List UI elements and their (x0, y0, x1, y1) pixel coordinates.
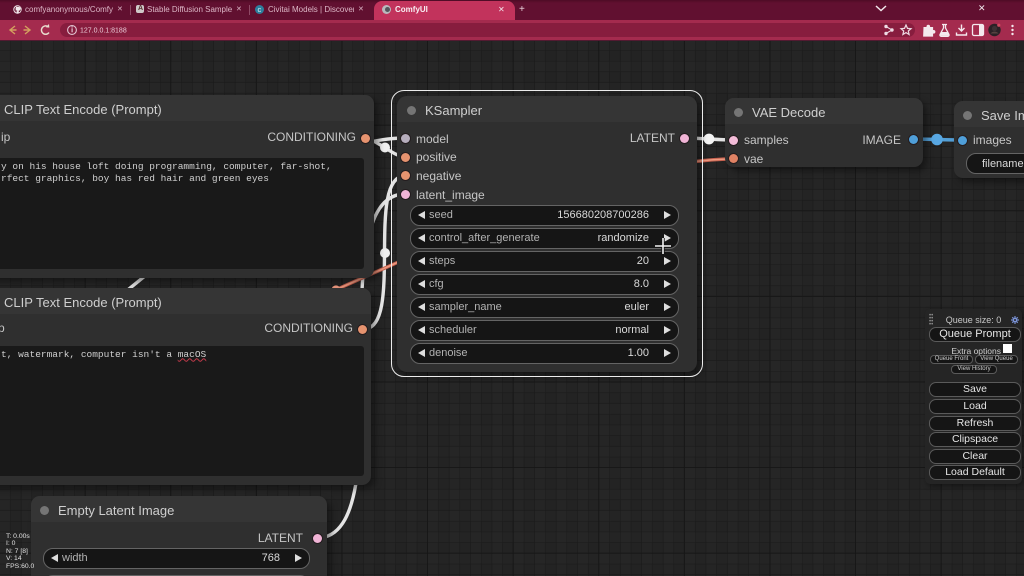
svg-text:127.0.0.1:8188: 127.0.0.1:8188 (80, 28, 127, 35)
